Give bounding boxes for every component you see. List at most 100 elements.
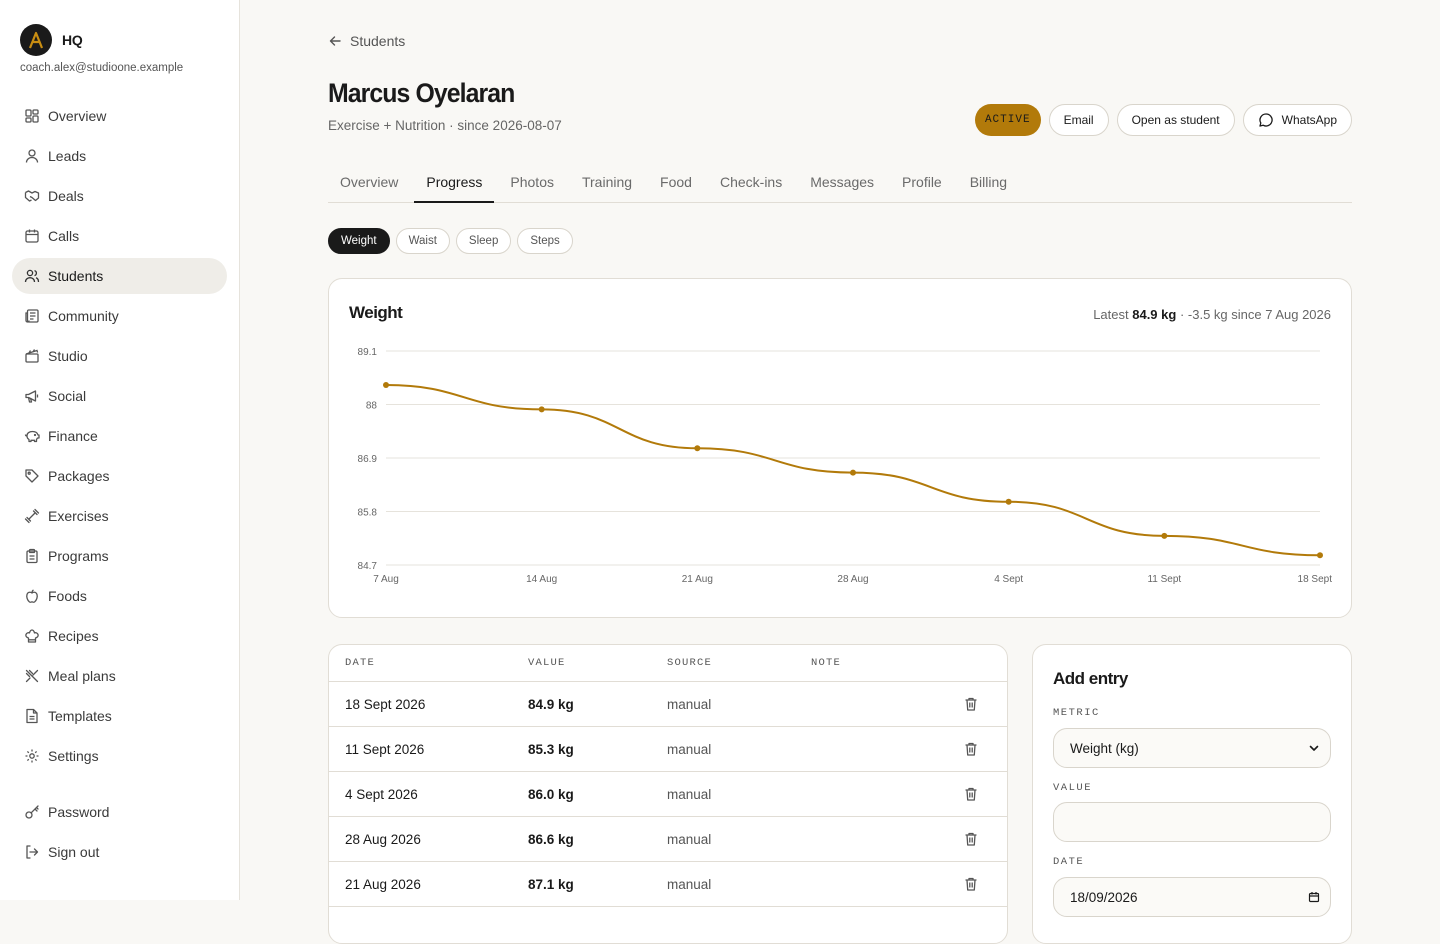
row-value: 86.6 kg [528,831,574,847]
sidebar-item-label: Settings [48,748,99,764]
tab-billing[interactable]: Billing [958,162,1019,202]
whatsapp-button[interactable]: WhatsApp [1242,104,1352,136]
tab-training[interactable]: Training [570,162,644,202]
y-tick-label: 89.1 [358,347,378,358]
sidebar-item-community[interactable]: Community [12,298,227,334]
dumbbell-icon [24,508,40,524]
x-tick-label: 14 Aug [526,574,557,585]
metric-pill-waist[interactable]: Waist [395,228,450,254]
delete-entry-button[interactable] [951,741,991,757]
row-date: 18 Sept 2026 [345,696,426,712]
page-title: Marcus Oyelaran [328,78,515,108]
sidebar-item-students[interactable]: Students [12,258,227,294]
brand-logo [20,24,52,56]
sidebar-item-settings[interactable]: Settings [12,738,227,774]
metric-pill-weight[interactable]: Weight [328,228,390,254]
back-link-label: Students [350,33,406,49]
delete-entry-button[interactable] [951,696,991,712]
row-source: manual [667,696,712,712]
sidebar-item-password[interactable]: Password [12,794,227,830]
sidebar-item-recipes[interactable]: Recipes [12,618,227,654]
trash-icon [965,742,977,756]
sidebar-item-templates[interactable]: Templates [12,698,227,734]
metric-pill-steps[interactable]: Steps [517,228,573,254]
back-link[interactable]: Students [328,33,405,49]
sidebar-item-overview[interactable]: Overview [12,98,227,134]
delete-entry-button[interactable] [951,876,991,892]
metric-select-value: Weight (kg) [1070,740,1139,756]
metric-pill-sleep[interactable]: Sleep [455,228,512,254]
tab-check-ins[interactable]: Check-ins [708,162,794,202]
table-row: 4 Sept 2026 86.0 kg manual [329,772,1007,817]
date-input[interactable]: 18/09/2026 [1053,877,1331,917]
tab-progress[interactable]: Progress [414,162,495,203]
logo-a-icon [28,31,44,49]
summary-prefix: Latest [1093,307,1129,322]
value-input[interactable] [1053,802,1331,842]
data-point [1317,552,1323,559]
trash-icon [965,787,977,801]
sidebar-item-packages[interactable]: Packages [12,458,227,494]
row-source: manual [667,741,712,757]
trash-icon [965,832,977,846]
tab-messages[interactable]: Messages [798,162,886,202]
calendar-picker-icon[interactable] [1308,891,1320,903]
sidebar: HQ coach.alex@studioone.example Overview… [0,0,240,900]
column-header-source: SOURCE [667,657,713,669]
clapperboard-icon [25,349,39,363]
whatsapp-button-label: WhatsApp [1281,113,1337,127]
delete-entry-button[interactable] [951,831,991,847]
sidebar-item-label: Programs [48,548,109,564]
row-date: 28 Aug 2026 [345,831,421,847]
date-input-value: 18/09/2026 [1070,889,1138,905]
delete-entry-button[interactable] [951,786,991,802]
gear-icon [25,749,39,763]
newspaper-icon [25,309,39,323]
sidebar-item-label: Recipes [48,628,99,644]
sidebar-item-label: Finance [48,428,98,444]
sidebar-item-social[interactable]: Social [12,378,227,414]
sidebar-item-studio[interactable]: Studio [12,338,227,374]
entries-table: DATE VALUE SOURCE NOTE 18 Sept 2026 84.9… [328,644,1008,944]
grid-icon [25,109,39,123]
chef-hat-icon [25,629,39,643]
sidebar-item-deals[interactable]: Deals [12,178,227,214]
brand[interactable]: HQ [20,24,83,56]
value-label: VALUE [1053,782,1093,794]
x-tick-label: 21 Aug [682,574,713,585]
tab-profile[interactable]: Profile [890,162,954,202]
sidebar-item-label: Community [48,308,119,324]
summary-change: · -3.5 kg since 7 Aug 2026 [1179,307,1331,322]
summary-latest-value: 84.9 kg [1132,307,1177,322]
chat-bubble-icon [1258,113,1273,127]
sidebar-item-sign-out[interactable]: Sign out [12,834,227,870]
sidebar-item-calls[interactable]: Calls [12,218,227,254]
sidebar-item-programs[interactable]: Programs [12,538,227,574]
metric-select[interactable]: Weight (kg) [1053,728,1331,768]
sidebar-item-label: Packages [48,468,110,484]
sidebar-item-leads[interactable]: Leads [12,138,227,174]
users-icon [24,269,40,283]
sidebar-item-label: Exercises [48,508,109,524]
date-label: DATE [1053,856,1085,868]
arrow-left-icon [329,36,341,46]
sidebar-item-finance[interactable]: Finance [12,418,227,454]
y-tick-label: 85.8 [358,508,378,519]
sidebar-item-label: Students [48,268,104,284]
sidebar-item-foods[interactable]: Foods [12,578,227,614]
metric-label: METRIC [1053,707,1100,719]
metric-selector: Weight Waist Sleep Steps [328,228,573,254]
y-tick-label: 84.7 [358,561,378,572]
email-button[interactable]: Email [1048,104,1109,136]
tab-food[interactable]: Food [648,162,704,202]
row-value: 85.3 kg [528,741,574,757]
x-tick-label: 4 Sept [994,574,1023,585]
user-icon [25,149,39,163]
open-as-student-button[interactable]: Open as student [1116,104,1235,136]
sidebar-item-exercises[interactable]: Exercises [12,498,227,534]
tab-photos[interactable]: Photos [498,162,566,202]
data-point [1161,532,1168,539]
table-row: 28 Aug 2026 86.6 kg manual [329,817,1007,862]
sidebar-item-meal-plans[interactable]: Meal plans [12,658,227,694]
tab-overview[interactable]: Overview [328,162,410,202]
